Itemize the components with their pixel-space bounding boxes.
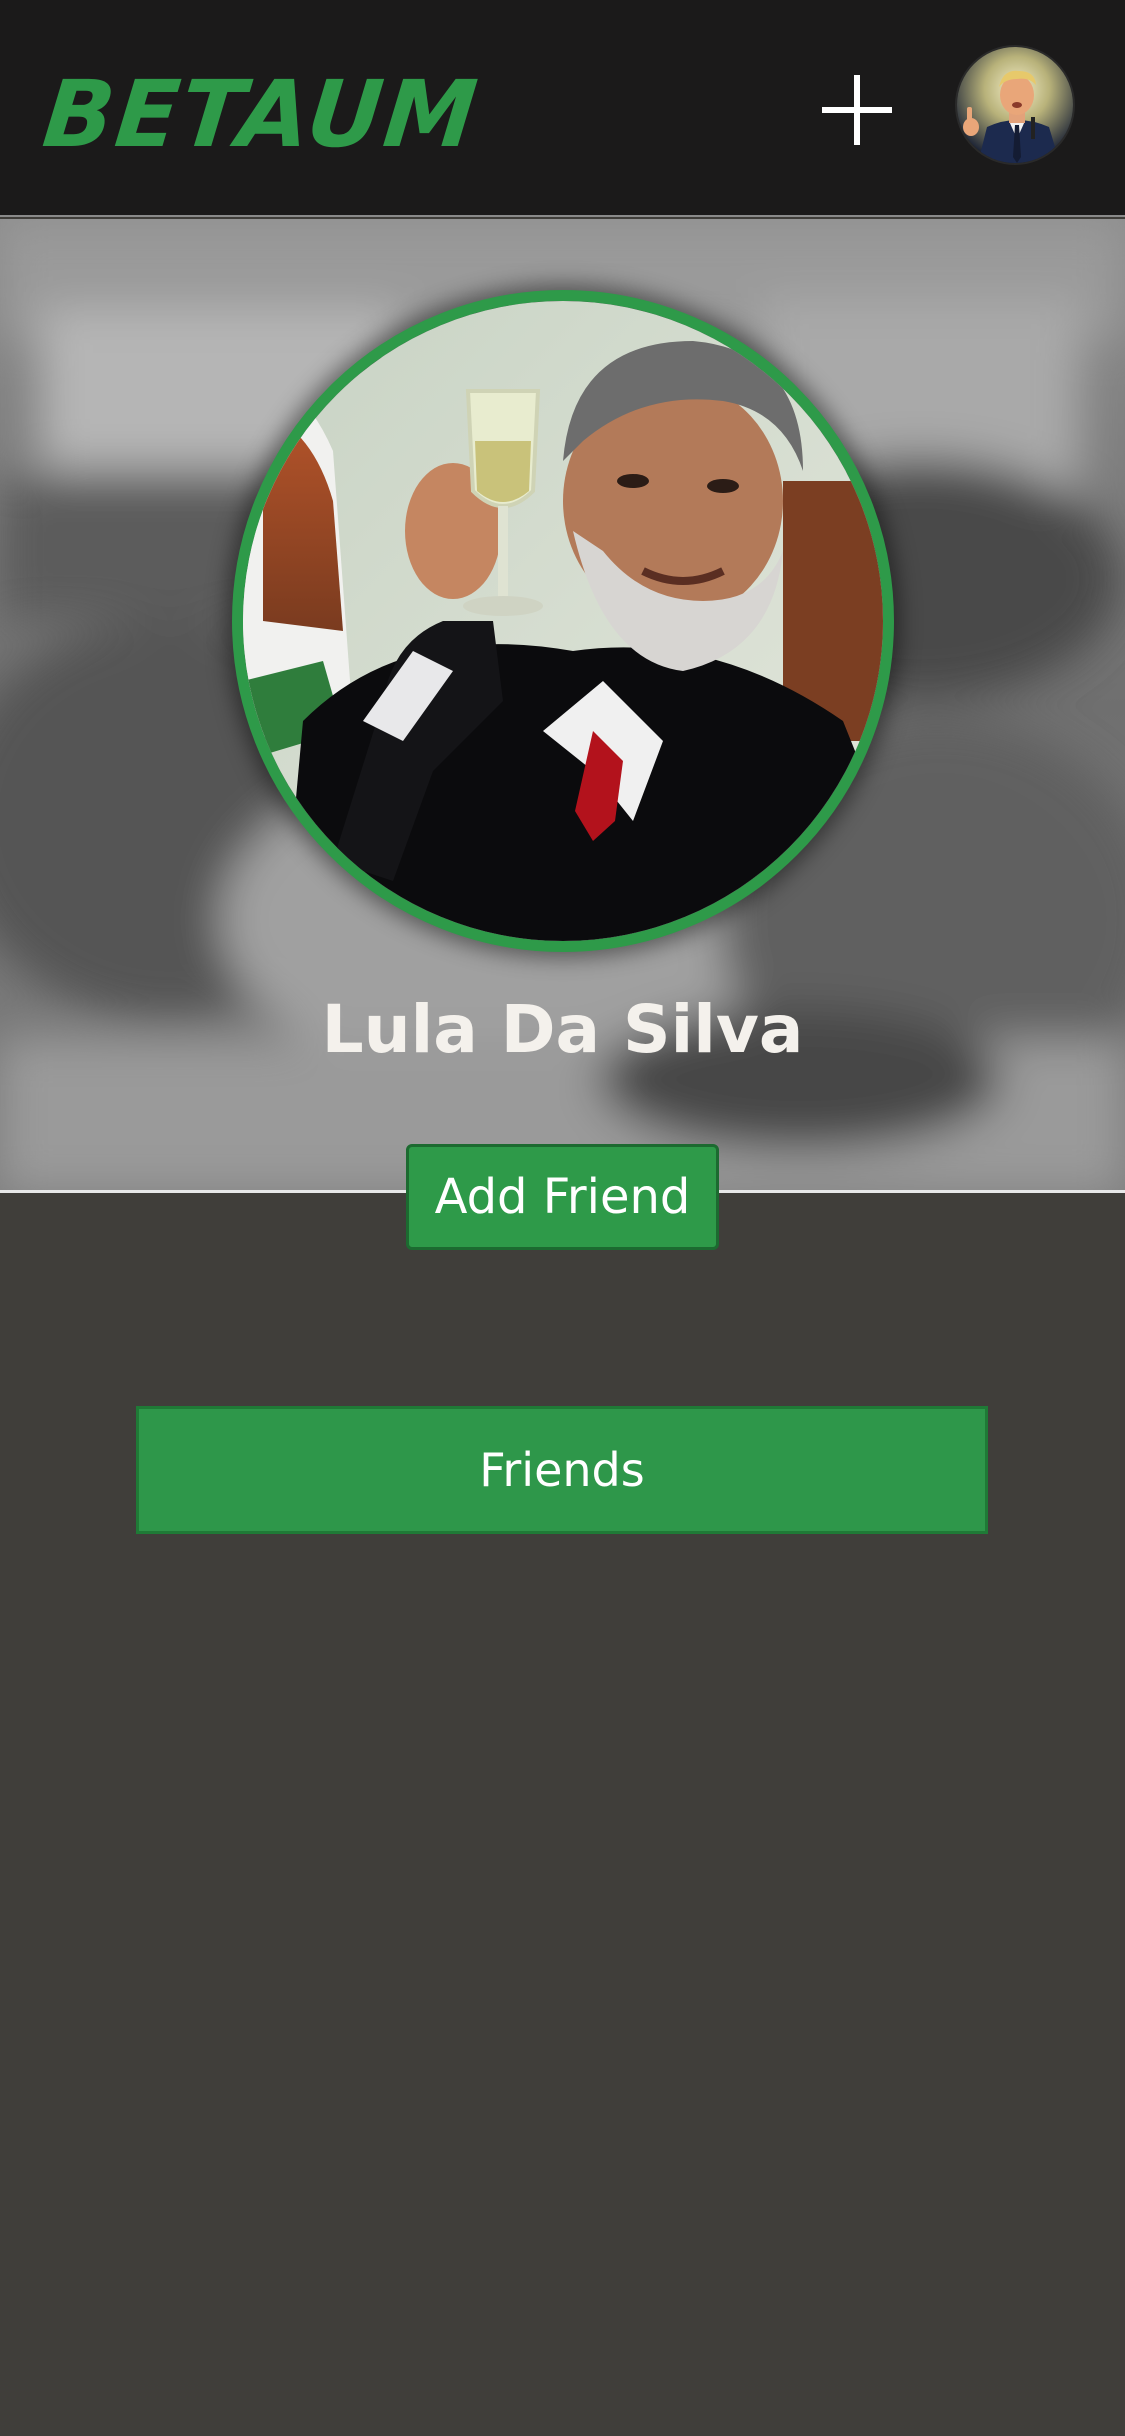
user-avatar-image <box>957 47 1073 163</box>
profile-photo[interactable] <box>232 290 894 952</box>
profile-name: Lula Da Silva <box>321 991 804 1068</box>
profile-photo-image <box>243 301 883 941</box>
add-friend-button[interactable]: Add Friend <box>406 1144 719 1250</box>
app-logo[interactable]: BETAUM <box>37 50 485 180</box>
user-avatar[interactable] <box>955 45 1075 165</box>
app-header: BETAUM <box>0 0 1125 217</box>
friends-button[interactable]: Friends <box>136 1406 988 1534</box>
plus-icon[interactable] <box>822 75 892 145</box>
